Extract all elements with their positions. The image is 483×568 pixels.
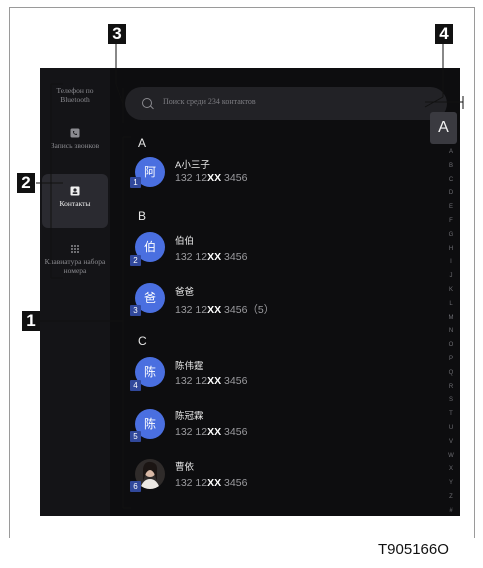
row-number-badge: 1 [130, 177, 141, 188]
row-number-badge: 2 [130, 255, 141, 266]
callout-4: 4 [435, 24, 453, 44]
callout-lines [36, 42, 464, 509]
callout-2: 2 [17, 173, 35, 193]
figure-caption: T905166O [378, 541, 449, 558]
callout-3: 3 [108, 24, 126, 44]
row-number-badge: 6 [130, 481, 141, 492]
callout-3-leader [115, 83, 124, 105]
row-number-badge: 5 [130, 431, 141, 442]
callout-1: 1 [22, 311, 40, 331]
row-number-badge: 3 [130, 305, 141, 316]
row-number-badge: 4 [130, 380, 141, 391]
